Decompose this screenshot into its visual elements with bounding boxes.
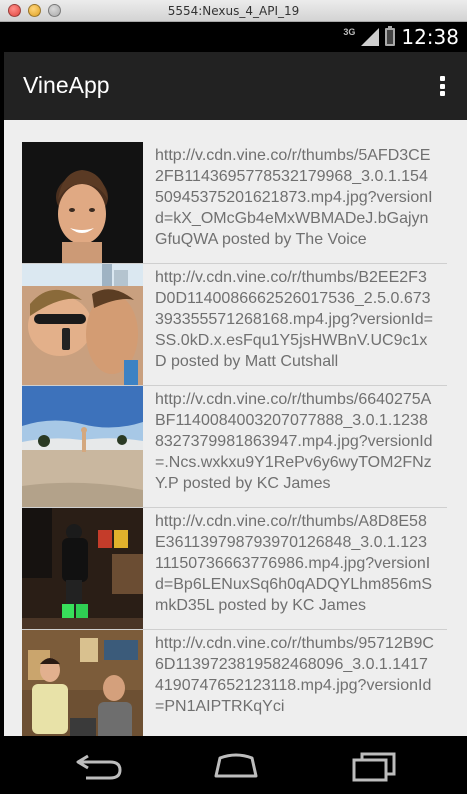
item-caption: http://v.cdn.vine.co/r/thumbs/5AFD3CE2FB… <box>155 147 433 248</box>
window-title: 5554:Nexus_4_API_19 <box>167 4 300 18</box>
video-thumbnail[interactable] <box>22 264 143 385</box>
window-titlebar: 5554:Nexus_4_API_19 <box>0 0 467 22</box>
video-thumbnail[interactable] <box>22 386 143 507</box>
item-caption: http://v.cdn.vine.co/r/thumbs/A8D8E58E36… <box>155 513 433 614</box>
item-caption: http://v.cdn.vine.co/r/thumbs/B2EE2F3D0D… <box>155 269 434 370</box>
action-bar: VineApp <box>4 52 467 120</box>
recents-icon[interactable] <box>344 748 404 782</box>
list-item[interactable]: http://v.cdn.vine.co/r/thumbs/6640275ABF… <box>22 386 447 508</box>
item-caption: http://v.cdn.vine.co/r/thumbs/95712B9C6D… <box>155 635 434 715</box>
nav-bar <box>4 736 467 794</box>
list-item[interactable]: http://v.cdn.vine.co/r/thumbs/A8D8E58E36… <box>22 508 447 630</box>
thumbnail-image-1 <box>22 142 143 263</box>
video-thumbnail[interactable] <box>22 508 143 629</box>
app-title: VineApp <box>23 72 110 98</box>
battery-icon <box>385 26 396 46</box>
video-thumbnail[interactable] <box>22 142 143 263</box>
signal-icon <box>361 28 380 46</box>
list-item[interactable]: http://v.cdn.vine.co/r/thumbs/5AFD3CE2FB… <box>22 142 447 264</box>
list-item[interactable]: http://v.cdn.vine.co/r/thumbs/B2EE2F3D0D… <box>22 264 447 386</box>
list-item[interactable]: http://v.cdn.vine.co/r/thumbs/95712B9C6D… <box>22 630 447 736</box>
thumbnail-image-2 <box>22 264 143 385</box>
video-thumbnail[interactable] <box>22 630 143 736</box>
thumbnail-image-3 <box>22 386 143 507</box>
feed-content[interactable]: http://v.cdn.vine.co/r/thumbs/5AFD3CE2FB… <box>4 120 467 736</box>
feed-list[interactable]: http://v.cdn.vine.co/r/thumbs/5AFD3CE2FB… <box>22 142 447 736</box>
home-icon[interactable] <box>206 748 266 782</box>
thumbnail-image-5 <box>22 630 143 736</box>
thumbnail-image-4 <box>22 508 143 629</box>
status-bar: 3G 12:38 <box>4 22 467 52</box>
network-type-label: 3G <box>343 27 356 37</box>
more-vert-icon[interactable] <box>439 76 445 96</box>
back-icon[interactable] <box>70 748 130 782</box>
status-clock: 12:38 <box>401 25 459 49</box>
item-caption: http://v.cdn.vine.co/r/thumbs/6640275ABF… <box>155 391 433 492</box>
